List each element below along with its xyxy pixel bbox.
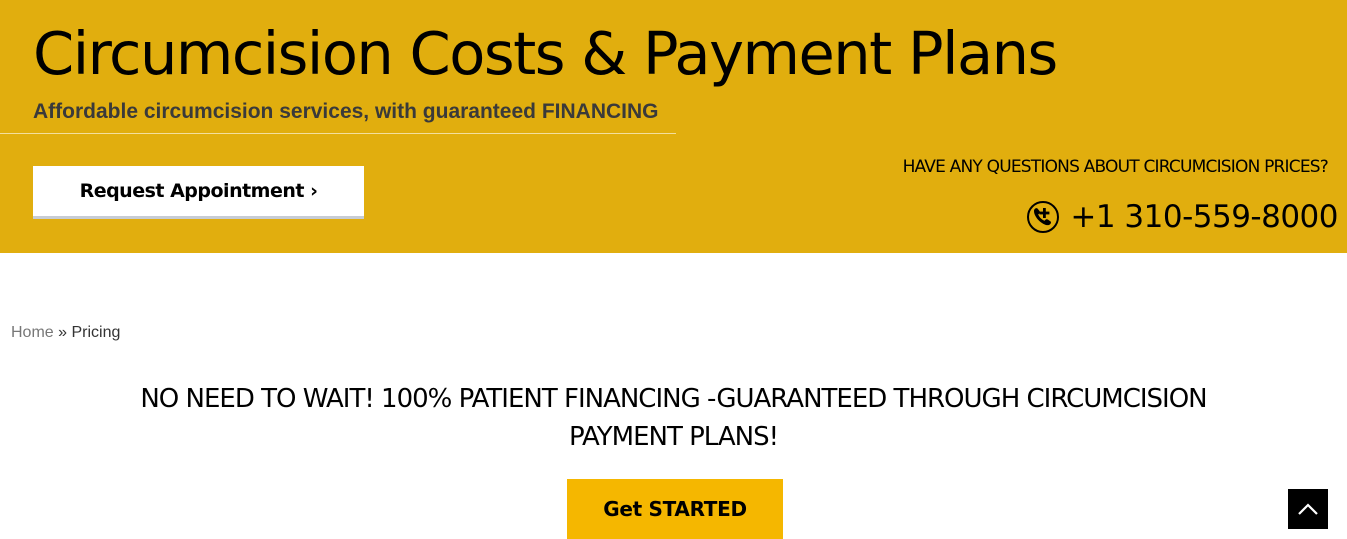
page-title: Circumcision Costs & Payment Plans xyxy=(33,19,1058,88)
scroll-to-top-button[interactable] xyxy=(1288,489,1328,529)
chevron-up-icon xyxy=(1298,503,1318,515)
breadcrumb-separator: » xyxy=(58,324,68,341)
financing-heading: NO NEED TO WAIT! 100% PATIENT FINANCING … xyxy=(0,380,1347,456)
hero-subtitle: Affordable circumcision services, with g… xyxy=(33,100,659,123)
financing-heading-line2: PAYMENT PLANS! xyxy=(568,422,779,452)
phone-plus-icon xyxy=(1027,201,1060,233)
get-started-button[interactable]: Get STARTED xyxy=(567,479,783,539)
hero-divider xyxy=(0,133,676,134)
financing-heading-line1: NO NEED TO WAIT! 100% PATIENT FINANCING … xyxy=(140,384,1207,414)
phone-link[interactable]: +1 310-559-8000 xyxy=(1026,195,1338,239)
breadcrumb: Home » Pricing xyxy=(11,323,120,343)
phone-number: +1 310-559-8000 xyxy=(1070,199,1338,235)
request-appointment-button[interactable]: Request Appointment › xyxy=(33,166,364,219)
hero-banner: Circumcision Costs & Payment Plans Affor… xyxy=(0,0,1347,253)
questions-text: HAVE ANY QUESTIONS ABOUT CIRCUMCISION PR… xyxy=(902,157,1329,177)
breadcrumb-current: Pricing xyxy=(71,324,121,341)
breadcrumb-home-link[interactable]: Home xyxy=(11,324,54,341)
